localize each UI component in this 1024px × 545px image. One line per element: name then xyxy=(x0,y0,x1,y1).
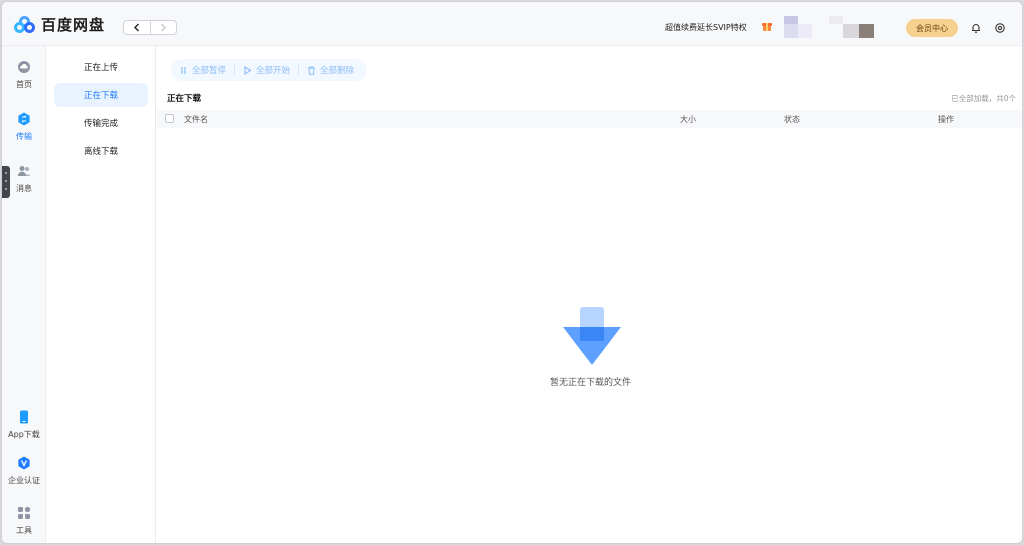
empty-state-text: 暂无正在下载的文件 xyxy=(549,378,631,388)
submenu-item-downloading[interactable]: 正在下载 xyxy=(54,83,148,107)
bell-icon[interactable] xyxy=(970,22,982,34)
download-arrow-icon xyxy=(563,307,621,365)
rail-label-enterprise: 企业认证 xyxy=(8,476,40,485)
submenu-item-uploading[interactable]: 正在上传 xyxy=(54,55,148,79)
title-bar: 百度网盘 超值续费延长SVIP特权 会员中心 xyxy=(2,2,1022,46)
main-content: 全部暂停 全部开始 全部删除 正在下载 已全部加载，共0个 文件名 大小 状态 … xyxy=(157,46,1022,543)
rail-item-app-download[interactable]: App下载 xyxy=(2,410,46,440)
rail-item-home[interactable]: 首页 xyxy=(2,60,46,90)
submenu-item-completed[interactable]: 传输完成 xyxy=(54,111,148,135)
rail-item-tools[interactable]: 工具 xyxy=(2,506,46,536)
rail-label-messages: 消息 xyxy=(16,184,32,193)
bulk-action-toolbar: 全部暂停 全部开始 全部删除 xyxy=(171,59,367,81)
user-avatar[interactable] xyxy=(784,16,876,38)
history-nav xyxy=(123,20,177,35)
toolbar-divider xyxy=(234,65,236,75)
app-logo: 百度网盘 xyxy=(14,14,105,35)
delete-all-label: 全部删除 xyxy=(320,66,355,76)
rail-label-app-download: App下载 xyxy=(8,430,40,439)
loaded-count-text: 已全部加载，共0个 xyxy=(951,94,1016,103)
start-all-button[interactable]: 全部开始 xyxy=(243,64,290,76)
file-table-header: 文件名 大小 状态 操作 xyxy=(157,110,1022,128)
back-button[interactable] xyxy=(124,21,151,34)
delete-all-button[interactable]: 全部删除 xyxy=(307,64,354,76)
rail-label-tools: 工具 xyxy=(16,526,32,535)
chevron-right-icon xyxy=(161,23,167,32)
forward-button[interactable] xyxy=(151,21,177,34)
pause-icon xyxy=(181,66,186,74)
pause-all-button[interactable]: 全部暂停 xyxy=(179,64,226,76)
left-rail: 首页 传输 消息 App下载 企业认证 工具 xyxy=(2,46,46,543)
chevron-left-icon xyxy=(133,23,139,32)
section-title: 正在下载 xyxy=(167,94,202,104)
transfer-icon xyxy=(18,112,30,126)
rail-item-transfer[interactable]: 传输 xyxy=(2,112,46,142)
rail-label-transfer: 传输 xyxy=(16,132,32,141)
submenu-item-offline[interactable]: 离线下载 xyxy=(54,139,148,163)
column-header-size: 大小 xyxy=(680,115,696,124)
start-all-label: 全部开始 xyxy=(256,66,291,76)
cloud-logo-icon xyxy=(14,15,36,34)
gear-icon[interactable] xyxy=(994,22,1006,34)
rail-item-messages[interactable]: 消息 xyxy=(2,164,46,194)
vip-center-button[interactable]: 会员中心 xyxy=(906,19,958,37)
toolbar-divider xyxy=(298,65,300,75)
people-icon xyxy=(17,166,31,176)
transfer-submenu: 正在上传 正在下载 传输完成 离线下载 xyxy=(46,46,156,543)
rail-item-enterprise[interactable]: 企业认证 xyxy=(2,456,46,486)
svip-promo-link[interactable]: 超值续费延长SVIP特权 xyxy=(665,22,747,33)
column-header-name: 文件名 xyxy=(184,115,208,124)
gift-icon[interactable] xyxy=(762,21,772,31)
rail-label-home: 首页 xyxy=(16,80,32,89)
app-window: 百度网盘 超值续费延长SVIP特权 会员中心 首页 传输 消息 App下载 企业… xyxy=(1,1,1023,544)
select-all-checkbox[interactable] xyxy=(165,114,174,123)
column-header-actions: 操作 xyxy=(938,115,954,124)
verified-shield-icon xyxy=(18,456,30,470)
play-icon xyxy=(244,65,252,75)
column-header-status: 状态 xyxy=(784,115,800,124)
phone-icon xyxy=(20,410,28,424)
app-name: 百度网盘 xyxy=(41,16,106,34)
cloud-icon xyxy=(18,61,30,73)
pause-all-label: 全部暂停 xyxy=(192,66,227,76)
trash-icon xyxy=(308,66,316,75)
grid-apps-icon xyxy=(18,506,31,519)
